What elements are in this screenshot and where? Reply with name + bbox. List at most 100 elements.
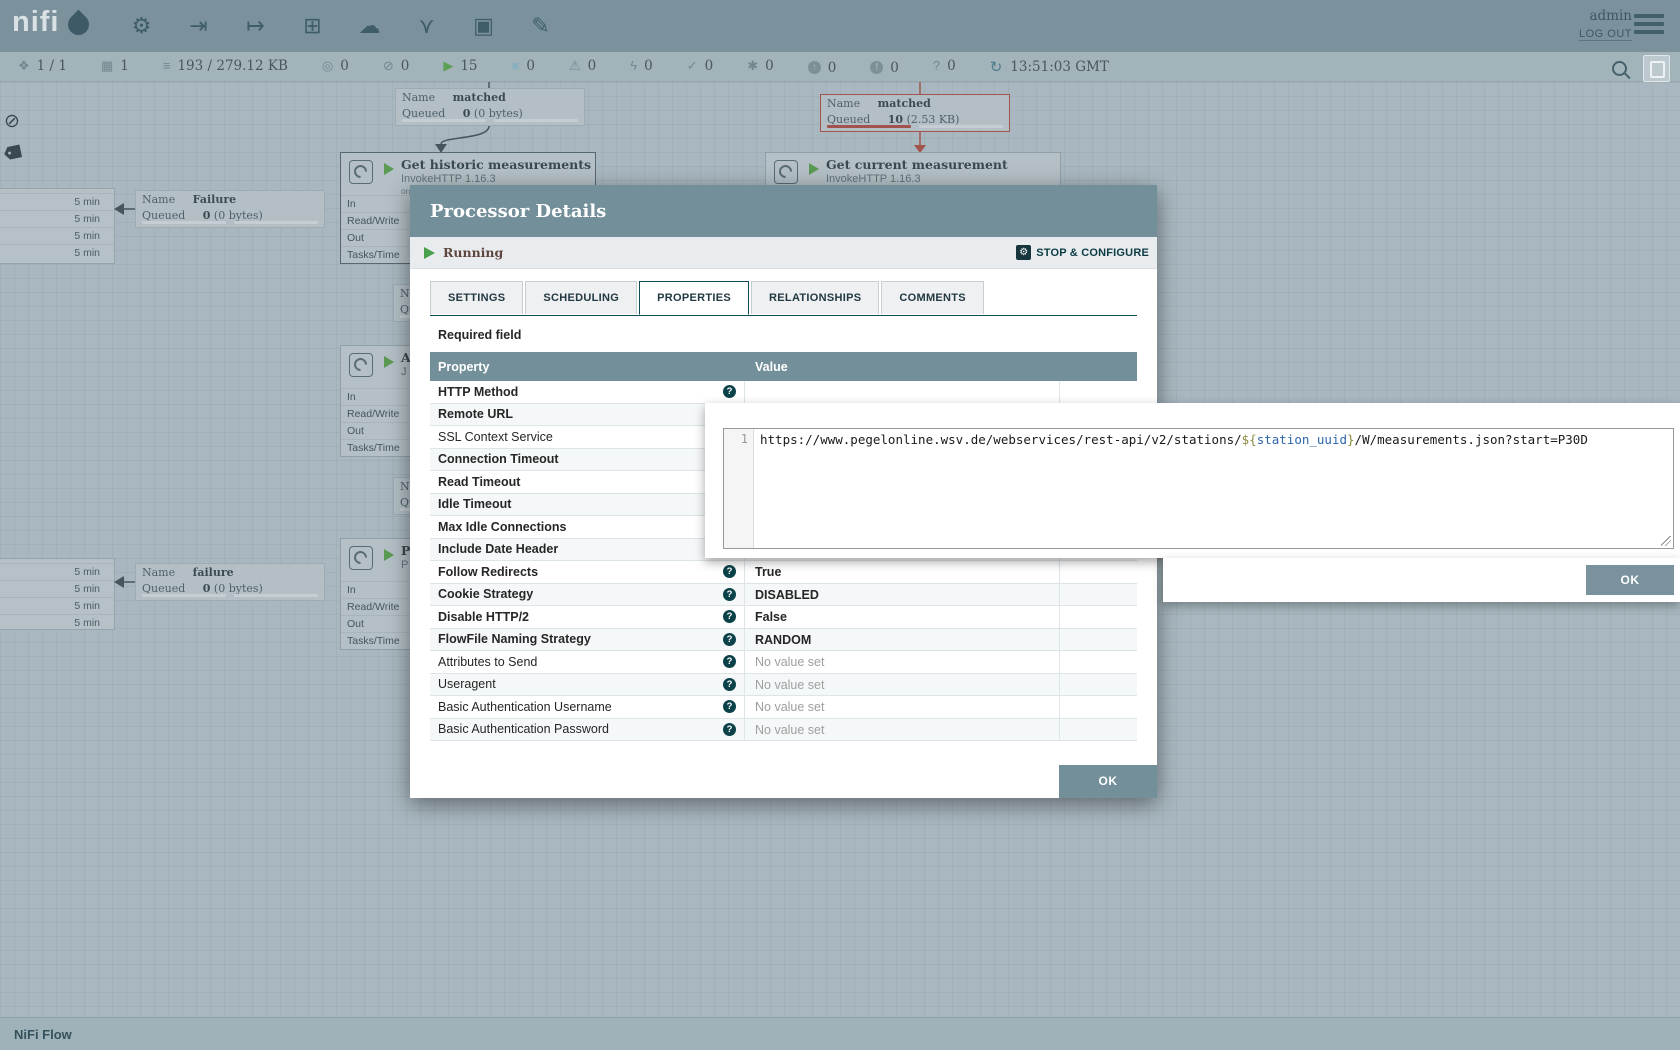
dialog-tabs: SETTINGSSCHEDULINGPROPERTIESRELATIONSHIP… xyxy=(430,281,1137,316)
connection-label-bottom-failure[interactable]: Name failureQueued 0 (0 bytes) xyxy=(135,563,325,601)
property-row[interactable]: Basic Authentication Password? No value s… xyxy=(430,719,1137,742)
property-row[interactable]: Basic Authentication Username?No value s… xyxy=(430,696,1137,719)
property-value[interactable] xyxy=(745,381,1060,403)
property-value[interactable]: True xyxy=(745,561,1060,583)
status-running: ▶15 xyxy=(443,58,477,74)
property-name: Remote URL xyxy=(438,407,513,421)
property-name: HTTP Method xyxy=(438,385,518,399)
drag-input-port-icon[interactable]: ⇥ xyxy=(183,10,214,41)
resize-handle-icon[interactable] xyxy=(1661,536,1671,546)
property-value[interactable]: False xyxy=(745,606,1060,628)
property-name: Cookie Strategy xyxy=(438,587,533,601)
transmitting-icon: ◎ xyxy=(322,58,333,74)
invalid-icon: ⚠ xyxy=(569,58,581,74)
running-icon: ▶ xyxy=(443,58,453,74)
connection-name: failure xyxy=(193,566,234,579)
value-editor[interactable]: 1 https://www.pegelonline.wsv.de/webserv… xyxy=(723,428,1674,549)
processor-type: P xyxy=(401,559,410,571)
property-value[interactable]: No value set xyxy=(745,651,1060,673)
dialog-ok-button[interactable]: OK xyxy=(1059,765,1157,798)
status-stale: ↑0 xyxy=(808,60,837,76)
threads-icon: ▦ xyxy=(101,58,113,74)
drag-funnel-icon[interactable]: ⋎ xyxy=(411,10,442,41)
tab-properties[interactable]: PROPERTIES xyxy=(639,281,749,315)
remote-url-value[interactable]: https://www.pegelonline.wsv.de/webservic… xyxy=(754,429,1673,548)
help-icon[interactable]: ? xyxy=(723,610,736,623)
help-icon[interactable]: ? xyxy=(723,633,736,646)
last-refresh-time: 13:51:03 GMT xyxy=(1010,59,1109,75)
tab-relationships[interactable]: RELATIONSHIPS xyxy=(751,281,879,314)
connection-label-right-matched[interactable]: Name matchedQueued 10 (2.53 KB) xyxy=(820,94,1010,132)
property-row[interactable]: Disable HTTP/2?False xyxy=(430,606,1137,629)
help-icon[interactable]: ? xyxy=(723,723,736,736)
connection-label-top-matched[interactable]: Name matchedQueued 0 (0 bytes) xyxy=(395,88,585,126)
dialog-title: Processor Details xyxy=(430,201,606,222)
logout-link[interactable]: LOG OUT xyxy=(1579,28,1632,41)
value-editor-popup: 1 https://www.pegelonline.wsv.de/webserv… xyxy=(705,403,1680,558)
search-icon[interactable] xyxy=(1612,61,1627,76)
property-row[interactable]: FlowFile Naming Strategy?RANDOM xyxy=(430,629,1137,652)
panel-toggle-button[interactable] xyxy=(1643,55,1670,82)
help-icon[interactable]: ? xyxy=(723,700,736,713)
processor-type: InvokeHTTP 1.16.3 xyxy=(826,173,1008,185)
no-entry-icon: ⊘ xyxy=(4,110,20,133)
not-transmitting-icon: ⊘ xyxy=(383,58,394,74)
help-icon[interactable]: ? xyxy=(723,588,736,601)
property-row[interactable]: HTTP Method? xyxy=(430,381,1137,404)
stop-and-configure-button[interactable]: ⚙ STOP & CONFIGURE xyxy=(1016,245,1149,260)
property-value[interactable]: DISABLED xyxy=(745,584,1060,606)
breadcrumb-nifi-flow[interactable]: NiFi Flow xyxy=(14,1027,72,1042)
drag-remote-process-group-icon[interactable]: ☁ xyxy=(354,10,385,41)
stop-configure-icon: ⚙ xyxy=(1016,245,1031,260)
global-menu-icon[interactable] xyxy=(1634,14,1664,38)
drag-output-port-icon[interactable]: ↦ xyxy=(240,10,271,41)
processor-icon xyxy=(349,546,373,570)
property-name: SSL Context Service xyxy=(438,430,553,444)
help-icon[interactable]: ? xyxy=(723,678,736,691)
property-value[interactable]: No value set xyxy=(745,719,1060,741)
processor-name: Get current measurement xyxy=(826,157,1008,172)
help-icon[interactable]: ? xyxy=(723,385,736,398)
connection-label-left-failure[interactable]: Name FailureQueued 0 (0 bytes) xyxy=(135,190,325,228)
queued-icon: ≡ xyxy=(163,58,171,73)
property-name: Basic Authentication Password xyxy=(438,722,609,736)
property-name: Connection Timeout xyxy=(438,452,559,466)
property-value[interactable]: No value set xyxy=(745,674,1060,696)
help-icon[interactable]: ? xyxy=(723,565,736,578)
drag-processor-icon[interactable]: ⚙ xyxy=(126,10,157,41)
tab-settings[interactable]: SETTINGS xyxy=(430,281,523,314)
line-number-gutter: 1 xyxy=(724,429,754,548)
help-icon[interactable]: ? xyxy=(723,655,736,668)
processor-stats-fragment[interactable]: 5 min5 min5 min5 min xyxy=(0,558,115,630)
connection-name: matched xyxy=(878,97,931,110)
property-value[interactable]: RANDOM xyxy=(745,629,1060,651)
property-row[interactable]: Attributes to Send? No value set xyxy=(430,651,1137,674)
processor-stats-fragment[interactable]: 5 min5 min5 min5 min xyxy=(0,188,115,264)
tab-comments[interactable]: COMMENTS xyxy=(881,281,984,314)
status-sync-failure: ?0 xyxy=(933,58,956,74)
required-field-note: Required field xyxy=(438,328,521,342)
nifi-logo: nifi xyxy=(12,6,89,39)
property-row[interactable]: Follow Redirects?True xyxy=(430,561,1137,584)
component-toolbar: ⚙ ⇥ ↦ ⊞ ☁ ⋎ ▣ ✎ xyxy=(126,10,556,41)
drag-label-icon[interactable]: ✎ xyxy=(525,10,556,41)
tab-scheduling[interactable]: SCHEDULING xyxy=(525,281,637,314)
status-stopped: ■0 xyxy=(512,58,535,74)
property-value[interactable]: No value set xyxy=(745,696,1060,718)
connection-name: matched xyxy=(453,91,506,104)
dialog-header: Processor Details xyxy=(410,185,1157,237)
app-header: nifi ⚙⇥↦⊞☁⋎▣✎ admin LOG OUT xyxy=(0,0,1680,52)
editor-ok-button[interactable]: OK xyxy=(1586,565,1674,595)
refresh-icon[interactable]: ↻ xyxy=(990,58,1003,76)
value-editor-footer: OK xyxy=(1163,558,1680,602)
queue-indicator-bars xyxy=(402,119,578,122)
status-invalid: ⚠0 xyxy=(569,58,596,74)
drag-process-group-icon[interactable]: ⊞ xyxy=(297,10,328,41)
drag-template-icon[interactable]: ▣ xyxy=(468,10,499,41)
status-cluster: ❖1 / 1 xyxy=(18,58,67,74)
nifi-logo-text: nifi xyxy=(12,6,60,39)
property-row[interactable]: Cookie Strategy? DISABLED xyxy=(430,584,1137,607)
property-name: Attributes to Send xyxy=(438,655,537,669)
property-row[interactable]: Useragent?No value set xyxy=(430,674,1137,697)
expression-variable: station_uuid xyxy=(1257,432,1347,447)
